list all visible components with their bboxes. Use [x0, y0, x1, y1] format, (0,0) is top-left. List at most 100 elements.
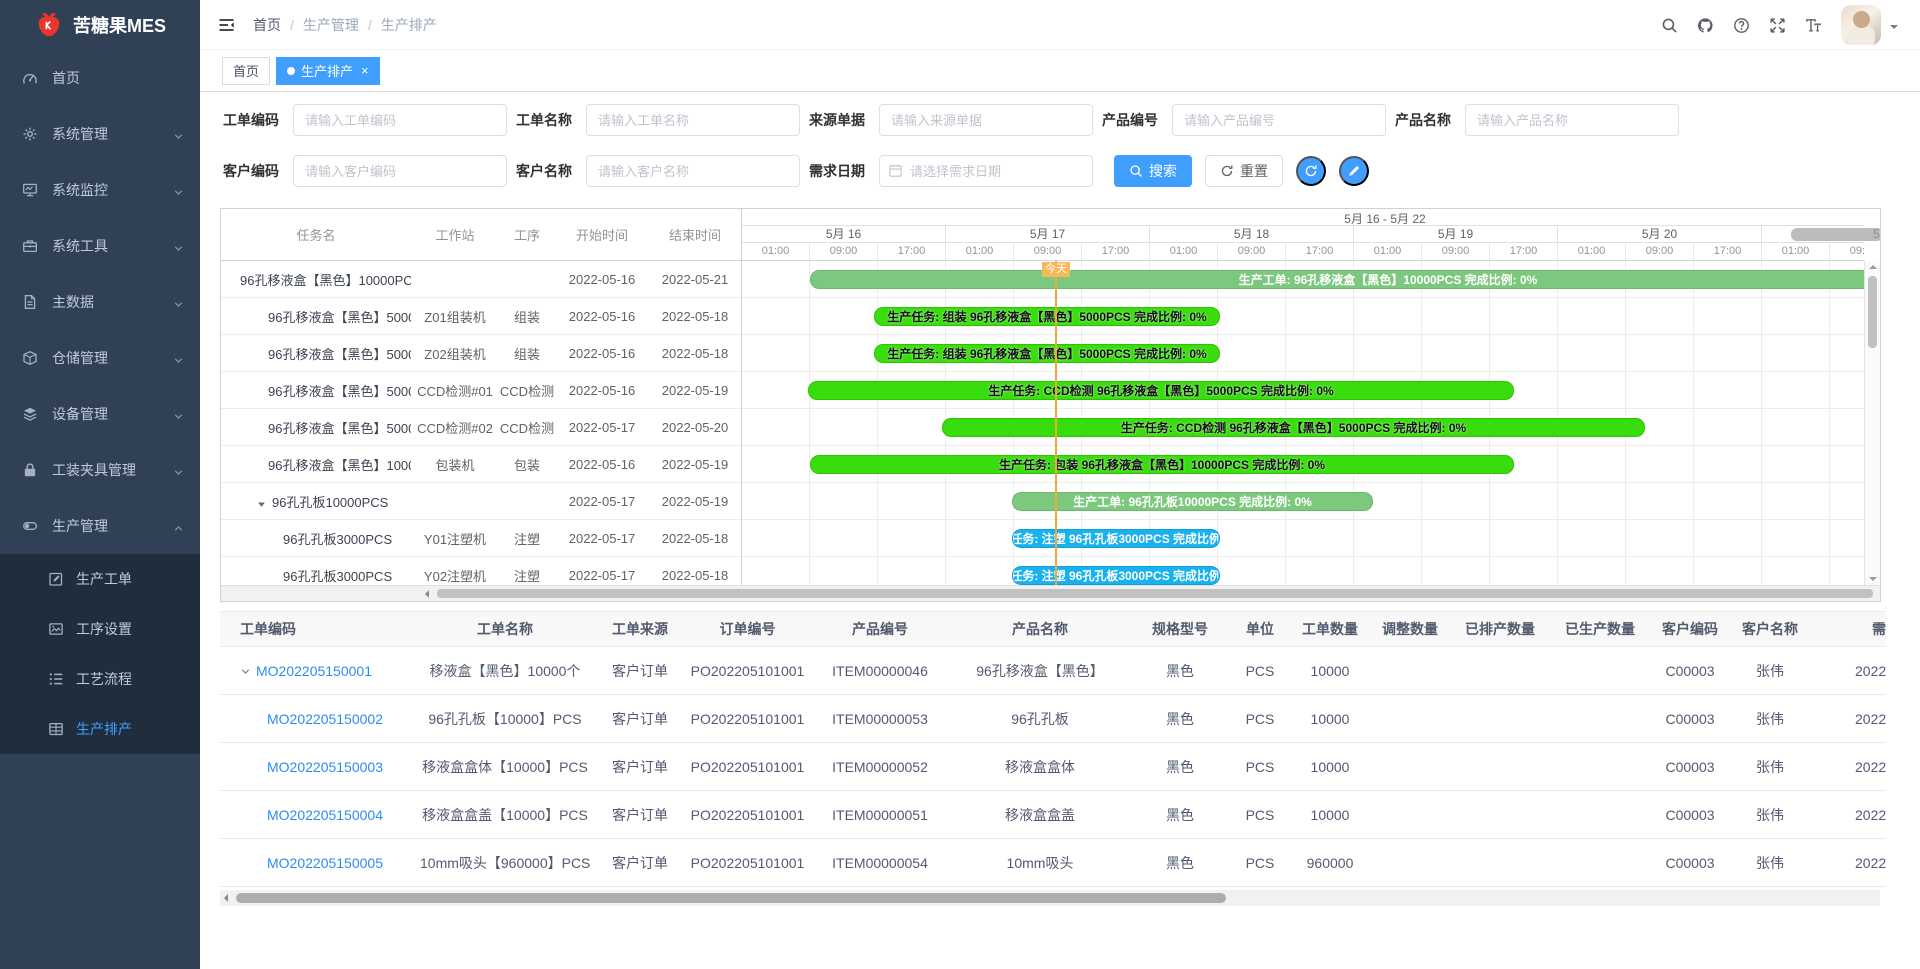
- scroll-left-arrow[interactable]: [224, 894, 228, 902]
- gantt-bar[interactable]: 生产任务: 包装 96孔移液盒【黑色】10000PCS 完成比例: 0%: [810, 455, 1514, 474]
- gantt-header-scroll-thumb[interactable]: [1791, 228, 1881, 241]
- cell-source: 客户订单: [590, 743, 690, 791]
- gantt-bar[interactable]: 生产任务: 注塑 96孔孔板3000PCS 完成比例: 0%: [1012, 529, 1220, 548]
- close-icon[interactable]: ×: [361, 64, 369, 77]
- reset-button[interactable]: 重置: [1205, 155, 1283, 187]
- tab-0[interactable]: 首页: [222, 57, 270, 85]
- warehouse-icon: [22, 350, 38, 366]
- search-icon[interactable]: [1661, 17, 1678, 34]
- filter-input-customer-name[interactable]: [586, 155, 800, 187]
- triangle-down-icon[interactable]: [257, 497, 266, 506]
- filter-input-product-name[interactable]: [1465, 104, 1679, 136]
- gantt-bar[interactable]: 生产任务: CCD检测 96孔移液盒【黑色】5000PCS 完成比例: 0%: [942, 418, 1645, 437]
- scroll-up-arrow[interactable]: [1869, 265, 1877, 269]
- cell-unit: PCS: [1235, 791, 1285, 839]
- gantt-bar[interactable]: 生产工单: 96孔移液盒【黑色】10000PCS 完成比例: 0%: [810, 270, 1864, 289]
- gantt-horizontal-scrollbar[interactable]: [221, 585, 1880, 601]
- horizontal-scroll-thumb[interactable]: [437, 589, 1873, 598]
- gantt-hour-label: 17:00: [1694, 243, 1762, 260]
- gantt-bar[interactable]: 生产任务: CCD检测 96孔移液盒【黑色】5000PCS 完成比例: 0%: [808, 381, 1514, 400]
- horizontal-scroll-thumb[interactable]: [236, 893, 1226, 903]
- gantt-task-row[interactable]: 96孔移液盒【黑色】5000PCSZ01组装机组装2022-05-162022-…: [221, 298, 741, 335]
- filter-input-need-date[interactable]: [879, 155, 1093, 187]
- hamburger-icon[interactable]: [217, 17, 236, 33]
- gantt-task-end: 2022-05-20: [649, 420, 741, 435]
- gantt-task-row[interactable]: 96孔孔板3000PCSY02注塑机注塑2022-05-172022-05-18: [221, 557, 741, 585]
- sidebar-item-system-monitor[interactable]: 系统监控: [0, 162, 200, 218]
- help-icon[interactable]: [1733, 17, 1750, 34]
- sidebar-subitem-process-settings[interactable]: 工序设置: [0, 604, 200, 654]
- gantt-panel: 任务名工作站工序开始时间结束时间 96孔移液盒【黑色】10000PCS2022-…: [220, 208, 1881, 602]
- sidebar-subitem-production-scheduling[interactable]: 生产排产: [0, 704, 200, 754]
- scroll-left-arrow[interactable]: [425, 590, 429, 598]
- filter-panel: 工单编码工单名称来源单据产品编号产品名称客户编码客户名称需求日期搜索重置: [200, 92, 1920, 208]
- table-row: MO202205150003移液盒盒体【10000】PCS客户订单PO20220…: [220, 743, 1886, 791]
- gantt-task-end: 2022-05-19: [649, 494, 741, 509]
- table-horizontal-scrollbar[interactable]: [220, 890, 1880, 906]
- work-order-link[interactable]: MO202205150001: [256, 663, 372, 679]
- sidebar-item-master-data[interactable]: 主数据: [0, 274, 200, 330]
- caret-down-icon[interactable]: [1890, 25, 1898, 33]
- work-order-link[interactable]: MO202205150005: [267, 855, 383, 871]
- search-button[interactable]: 搜索: [1114, 155, 1192, 187]
- cell-scheduled_qty: [1445, 743, 1555, 791]
- sidebar-item-label: 设备管理: [52, 404, 108, 424]
- filter-input-order-code[interactable]: [293, 104, 507, 136]
- gantt-bar[interactable]: 生产任务: 组装 96孔移液盒【黑色】5000PCS 完成比例: 0%: [874, 307, 1220, 326]
- cell-customer_name: 张伟: [1735, 647, 1805, 695]
- breadcrumb-item: 生产管理: [303, 15, 359, 35]
- filter-input-order-name[interactable]: [586, 104, 800, 136]
- gantt-task-row[interactable]: 96孔移液盒【黑色】10000PCS2022-05-162022-05-21: [221, 261, 741, 298]
- sidebar-subitem-production-order[interactable]: 生产工单: [0, 554, 200, 604]
- cell-customer_name: 张伟: [1735, 791, 1805, 839]
- tab-label: 生产排产: [301, 61, 353, 80]
- gantt-task-row[interactable]: 96孔孔板3000PCSY01注塑机注塑2022-05-172022-05-18: [221, 520, 741, 557]
- refresh-icon: [1220, 164, 1234, 178]
- gantt-vertical-scrollbar[interactable]: [1864, 261, 1880, 585]
- work-order-link[interactable]: MO202205150004: [267, 807, 383, 823]
- gantt-task-start: 2022-05-17: [555, 494, 649, 509]
- filter-input-source-doc[interactable]: [879, 104, 1093, 136]
- gantt-task-end: 2022-05-21: [649, 272, 741, 287]
- work-order-link[interactable]: MO202205150002: [267, 711, 383, 727]
- sidebar-subitem-process-flow[interactable]: 工艺流程: [0, 654, 200, 704]
- sidebar-item-fixture-mgmt[interactable]: 工装夹具管理: [0, 442, 200, 498]
- gantt-task-process: 注塑: [499, 566, 555, 585]
- gantt-bar[interactable]: 生产任务: 组装 96孔移液盒【黑色】5000PCS 完成比例: 0%: [874, 344, 1220, 363]
- filter-input-wrap: [1172, 104, 1386, 136]
- gantt-task-row[interactable]: 96孔移液盒【黑色】5000PCSCCD检测#02CCD检测2022-05-17…: [221, 409, 741, 446]
- refresh-button[interactable]: [1296, 156, 1326, 186]
- gantt-task-name: 96孔移液盒【黑色】5000PCS: [221, 307, 411, 326]
- sidebar-item-equipment-mgmt[interactable]: 设备管理: [0, 386, 200, 442]
- gantt-day-label: 5月 16: [742, 226, 946, 242]
- vertical-scroll-thumb[interactable]: [1868, 276, 1877, 348]
- gantt-bar[interactable]: 生产任务: 注塑 96孔孔板3000PCS 完成比例: 0%: [1012, 566, 1220, 585]
- sidebar-subitem-label: 生产排产: [76, 719, 132, 739]
- app-logo[interactable]: 苦糖果MES: [0, 0, 200, 50]
- gantt-task-row[interactable]: 96孔移液盒【黑色】5000PCSCCD检测#01CCD检测2022-05-16…: [221, 372, 741, 409]
- calendar-icon: [888, 163, 903, 178]
- breadcrumb-item[interactable]: 首页: [253, 15, 281, 35]
- work-order-link[interactable]: MO202205150003: [267, 759, 383, 775]
- sidebar-item-system-tools[interactable]: 系统工具: [0, 218, 200, 274]
- cell-spec: 黑色: [1125, 791, 1235, 839]
- filter-input-customer-code[interactable]: [293, 155, 507, 187]
- gantt-task-row[interactable]: 96孔移液盒【黑色】10000PCS包装机包装2022-05-162022-05…: [221, 446, 741, 483]
- filter-customer-name: 客户名称: [516, 155, 800, 187]
- gantt-task-row[interactable]: 96孔孔板10000PCS2022-05-172022-05-19: [221, 483, 741, 520]
- sidebar-item-production-mgmt[interactable]: 生产管理: [0, 498, 200, 554]
- gantt-bar[interactable]: 生产工单: 96孔孔板10000PCS 完成比例: 0%: [1012, 492, 1373, 511]
- fullscreen-icon[interactable]: [1769, 17, 1786, 34]
- edit-mode-button[interactable]: [1339, 156, 1369, 186]
- tab-active[interactable]: 生产排产 ×: [276, 57, 380, 85]
- gantt-task-row[interactable]: 96孔移液盒【黑色】5000PCSZ02组装机组装2022-05-162022-…: [221, 335, 741, 372]
- chevron-down-icon[interactable]: [240, 666, 251, 677]
- filter-input-product-code[interactable]: [1172, 104, 1386, 136]
- github-icon[interactable]: [1697, 17, 1714, 34]
- sidebar-item-system-mgmt[interactable]: 系统管理: [0, 106, 200, 162]
- sidebar-item-warehouse-mgmt[interactable]: 仓储管理: [0, 330, 200, 386]
- sidebar-item-home[interactable]: 首页: [0, 50, 200, 106]
- scroll-down-arrow[interactable]: [1869, 577, 1877, 581]
- font-size-icon[interactable]: [1805, 17, 1822, 34]
- avatar[interactable]: [1841, 5, 1881, 45]
